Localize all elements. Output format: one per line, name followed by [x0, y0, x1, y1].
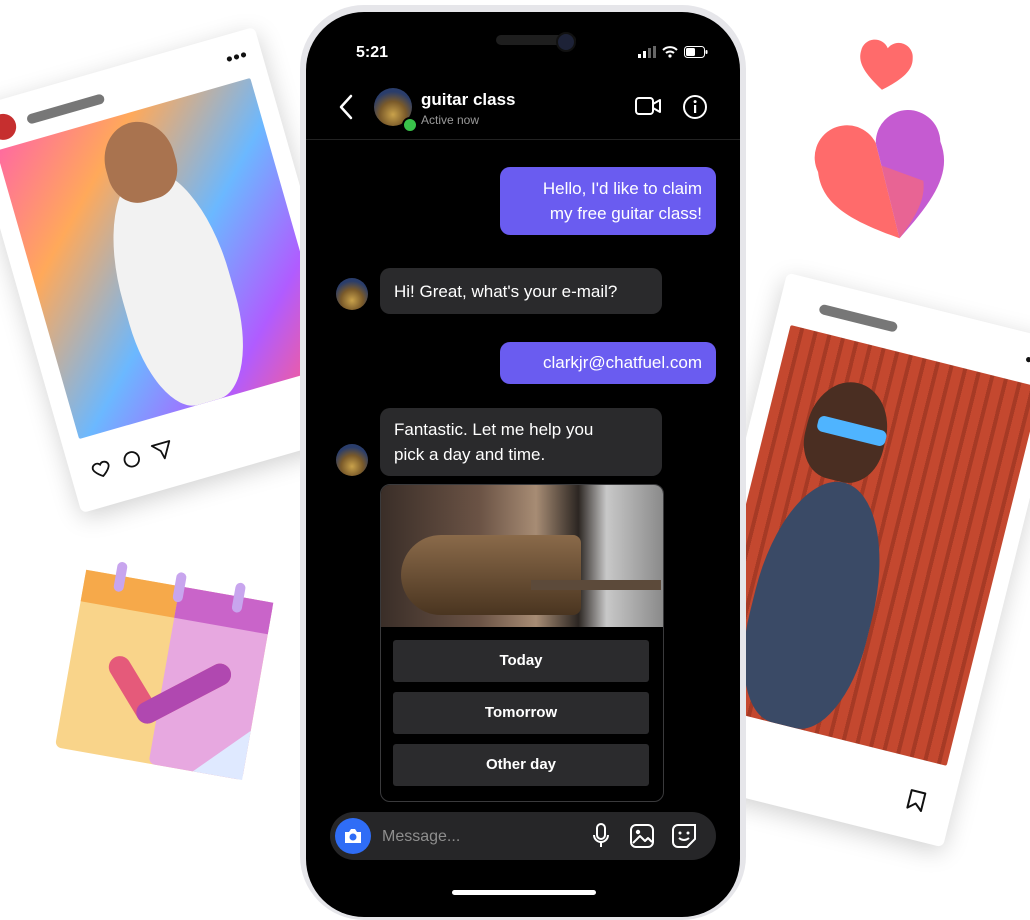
wifi-icon [662, 46, 678, 58]
message-text-line: Hello, I'd like to claim [542, 179, 702, 198]
message-text-line: Hi! Great, what's your e-mail? [394, 282, 618, 301]
video-call-icon[interactable] [634, 94, 662, 123]
message-text-line: pick a day and time. [394, 445, 546, 464]
bot-avatar [336, 278, 368, 310]
camera-icon [345, 829, 361, 843]
large-heart-icon [814, 110, 944, 239]
small-heart-icon [860, 39, 913, 90]
more-options-icon[interactable]: ••• [224, 44, 251, 70]
phone-screen: 5:21 guitar class Active now Hello, I'd … [306, 12, 740, 917]
online-status-dot [402, 117, 418, 133]
message-text-line: Fantastic. Let me help you [394, 420, 594, 439]
bot-avatar [336, 444, 368, 476]
home-indicator[interactable] [452, 890, 596, 895]
contact-name[interactable]: guitar class [421, 90, 516, 110]
man-jacket [725, 468, 903, 740]
post-photo-man [696, 325, 1030, 766]
quick-reply-tomorrow[interactable]: Tomorrow [393, 692, 649, 734]
comment-icon[interactable] [118, 447, 146, 477]
incoming-message-bubble: Fantastic. Let me help you pick a day an… [380, 408, 662, 476]
status-icons [638, 46, 708, 58]
guitar-neck [531, 580, 661, 590]
battery-icon [684, 46, 708, 58]
message-text-line: my free guitar class! [549, 204, 702, 223]
message-card: Today Tomorrow Other day [380, 484, 664, 802]
heart-icon[interactable] [88, 455, 116, 485]
guitar-photo [381, 485, 663, 627]
signal-icon [638, 46, 656, 58]
contact-status: Active now [421, 113, 480, 127]
microphone-icon[interactable] [592, 822, 610, 855]
bookmark-icon[interactable] [904, 788, 928, 819]
message-input[interactable] [380, 822, 564, 852]
guitar-body [401, 535, 581, 615]
post-avatar [0, 110, 20, 143]
chat-header: guitar class Active now [306, 84, 740, 140]
info-icon[interactable] [682, 94, 708, 125]
post-username-placeholder [818, 303, 899, 333]
incoming-message-bubble: Hi! Great, what's your e-mail? [380, 268, 662, 314]
post-photo-woman [0, 77, 333, 440]
gallery-icon[interactable] [628, 822, 656, 855]
back-chevron-icon[interactable] [338, 94, 354, 127]
outgoing-message-bubble: clarkjr@chatfuel.com [500, 342, 716, 384]
front-camera [556, 32, 576, 52]
camera-button[interactable] [335, 818, 371, 854]
status-time: 5:21 [356, 44, 389, 61]
quick-reply-today[interactable]: Today [393, 640, 649, 682]
outgoing-message-bubble: Hello, I'd like to claim my free guitar … [500, 167, 716, 235]
sticker-icon[interactable] [670, 822, 698, 855]
quick-reply-other-day[interactable]: Other day [393, 744, 649, 786]
woman-figure [89, 155, 262, 417]
message-composer [330, 812, 716, 860]
more-options-icon[interactable]: ••• [1023, 349, 1030, 375]
post-username-placeholder [25, 93, 106, 125]
status-bar: 5:21 [306, 12, 740, 82]
send-icon[interactable] [149, 438, 177, 468]
message-text-line: clarkjr@chatfuel.com [543, 353, 702, 372]
calendar-icon [55, 562, 274, 781]
